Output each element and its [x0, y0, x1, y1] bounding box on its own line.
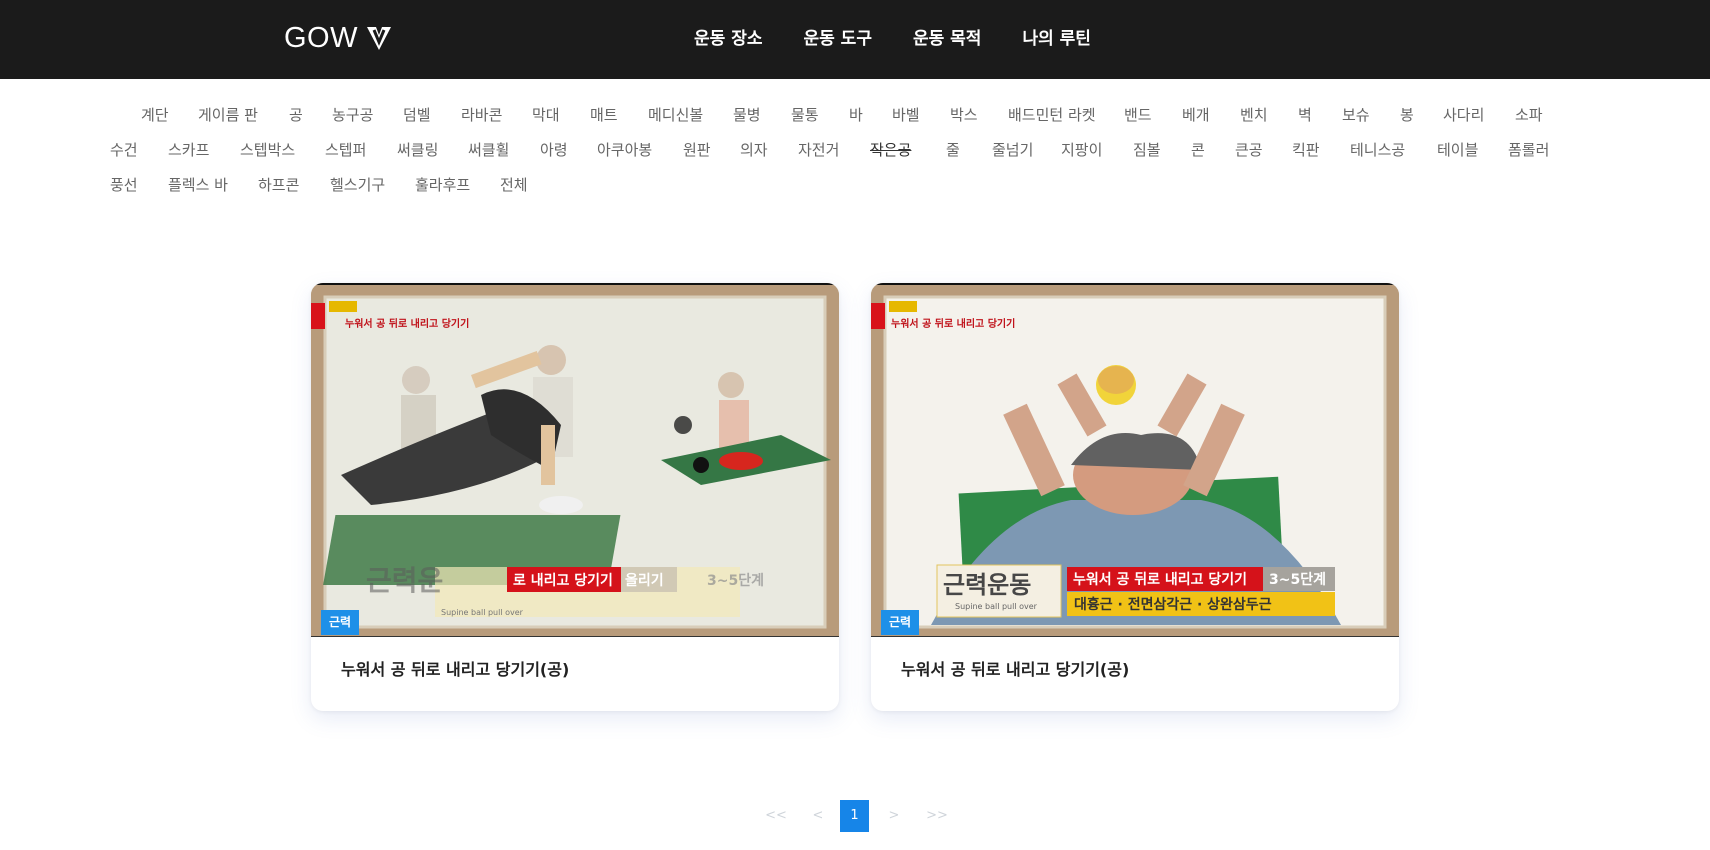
category-chip[interactable]: 줄 [946, 139, 960, 160]
thumbnail-image: 누워서 공 뒤로 내리고 당기기 근력운동 Supine ball pull o… [871, 285, 1399, 636]
category-chip[interactable]: 작은공 [870, 139, 911, 160]
category-chip[interactable]: 물병 [733, 104, 761, 125]
category-chip[interactable]: 풍선 [110, 174, 138, 195]
category-chip[interactable]: 짐볼 [1133, 139, 1161, 160]
overlay-top-text: 누워서 공 뒤로 내리고 당기기 [345, 317, 469, 330]
category-chip[interactable]: 바 [849, 104, 863, 125]
nav-exercise-goal[interactable]: 운동 목적 [913, 24, 981, 49]
category-chip[interactable]: 아쿠아봉 [597, 139, 652, 160]
overlay-caption-yellow: 대흉근 · 전면삼각근 · 상완삼두근 [1074, 596, 1272, 613]
page-first-button[interactable]: << [764, 800, 788, 832]
logo[interactable]: GOW [284, 20, 394, 56]
category-chip[interactable]: 아령 [540, 139, 568, 160]
thumbnail-image: 누워서 공 뒤로 내리고 당기기 근력운 로 내리고 당기기 올리기 3~5단계 [311, 285, 839, 636]
overlay-caption-red: 누워서 공 뒤로 내리고 당기기 [1073, 571, 1247, 588]
exercise-thumbnail[interactable]: 누워서 공 뒤로 내리고 당기기 근력운 로 내리고 당기기 올리기 3~5단계 [311, 283, 839, 637]
category-chip[interactable]: 수건 [110, 139, 138, 160]
category-chip[interactable]: 큰공 [1235, 139, 1263, 160]
category-chip[interactable]: 훌라후프 [415, 174, 470, 195]
category-chip[interactable]: 의자 [740, 139, 768, 160]
page-next-button[interactable]: > [884, 800, 904, 832]
category-chip[interactable]: 사다리 [1443, 104, 1484, 125]
category-chip[interactable]: 스텝박스 [240, 139, 295, 160]
category-chip[interactable]: 물통 [791, 104, 819, 125]
page-prev-button[interactable]: < [808, 800, 828, 832]
category-chip[interactable]: 폼롤러 [1508, 139, 1549, 160]
category-chip[interactable]: 헬스기구 [330, 174, 385, 195]
page-1-button[interactable]: 1 [840, 800, 869, 832]
category-chip[interactable]: 자전거 [798, 139, 839, 160]
category-chip[interactable]: 테이블 [1437, 139, 1478, 160]
category-chip[interactable]: 막대 [532, 104, 560, 125]
overlay-subtitle: Supine ball pull over [441, 608, 524, 617]
category-chip[interactable]: 원판 [683, 139, 711, 160]
overlay-step: 3~5단계 [1269, 571, 1326, 588]
category-chip[interactable]: 계단 [141, 104, 169, 125]
category-chip[interactable]: 지팡이 [1061, 139, 1102, 160]
category-chip[interactable]: 봉 [1400, 104, 1414, 125]
category-chip[interactable]: 베개 [1182, 104, 1210, 125]
category-chip[interactable]: 박스 [950, 104, 978, 125]
category-chip[interactable]: 라바콘 [461, 104, 502, 125]
card-title[interactable]: 누워서 공 뒤로 내리고 당기기(공) [901, 656, 1129, 680]
category-chip[interactable]: 플렉스 바 [168, 174, 228, 195]
logo-icon [367, 27, 391, 50]
category-badge: 근력 [321, 610, 360, 635]
category-chip[interactable]: 매트 [590, 104, 618, 125]
category-chip[interactable]: 소파 [1515, 104, 1543, 125]
exercise-card[interactable]: 누워서 공 뒤로 내리고 당기기 근력운 로 내리고 당기기 올리기 3~5단계 [311, 283, 839, 711]
category-chip[interactable]: 농구공 [332, 104, 373, 125]
overlay-caption-red: 로 내리고 당기기 [513, 572, 613, 589]
category-chip[interactable]: 전체 [500, 174, 528, 195]
nav-exercise-tool[interactable]: 운동 도구 [803, 24, 871, 49]
overlay-subtitle: Supine ball pull over [955, 602, 1038, 611]
category-chip[interactable]: 벤치 [1240, 104, 1268, 125]
category-chip[interactable]: 킥판 [1292, 139, 1320, 160]
category-chip[interactable]: 바벨 [892, 104, 920, 125]
category-chip[interactable]: 써클휠 [468, 139, 509, 160]
overlay-caption-big: 근력운동 [943, 571, 1031, 599]
category-chip[interactable]: 게이름 판 [198, 104, 258, 125]
nav-exercise-place[interactable]: 운동 장소 [694, 24, 762, 49]
category-chip[interactable]: 공 [289, 104, 303, 125]
category-chip[interactable]: 덤벨 [403, 104, 431, 125]
main-nav: 운동 장소 운동 도구 운동 목적 나의 루틴 [694, 24, 1132, 49]
overlay-step: 3~5단계 [707, 572, 764, 589]
nav-my-routine[interactable]: 나의 루틴 [1022, 24, 1090, 49]
category-chip[interactable]: 스텝퍼 [325, 139, 366, 160]
card-title[interactable]: 누워서 공 뒤로 내리고 당기기(공) [341, 656, 569, 680]
top-navbar: GOW 운동 장소 운동 도구 운동 목적 나의 루틴 [0, 0, 1710, 79]
category-chip[interactable]: 줄넘기 [992, 139, 1033, 160]
category-badge: 근력 [881, 610, 920, 635]
page-last-button[interactable]: >> [925, 800, 949, 832]
overlay-caption-left: 근력운 [366, 564, 443, 597]
category-chip[interactable]: 배드민턴 라켓 [1008, 104, 1096, 125]
category-chip[interactable]: 밴드 [1124, 104, 1152, 125]
overlay-top-text: 누워서 공 뒤로 내리고 당기기 [891, 317, 1015, 330]
exercise-card[interactable]: 누워서 공 뒤로 내리고 당기기 근력운동 Supine ball pull o… [871, 283, 1399, 711]
category-chip[interactable]: 벽 [1298, 104, 1312, 125]
overlay-caption-gray: 올리기 [625, 572, 664, 589]
logo-text: GOW [284, 21, 358, 54]
category-chip[interactable]: 메디신볼 [648, 104, 703, 125]
category-chip[interactable]: 써클링 [397, 139, 438, 160]
category-chip[interactable]: 콘 [1191, 139, 1205, 160]
category-chip[interactable]: 테니스공 [1350, 139, 1405, 160]
category-chip[interactable]: 보슈 [1342, 104, 1370, 125]
exercise-thumbnail[interactable]: 누워서 공 뒤로 내리고 당기기 근력운동 Supine ball pull o… [871, 283, 1399, 637]
category-chip[interactable]: 하프콘 [258, 174, 299, 195]
category-chip[interactable]: 스카프 [168, 139, 209, 160]
